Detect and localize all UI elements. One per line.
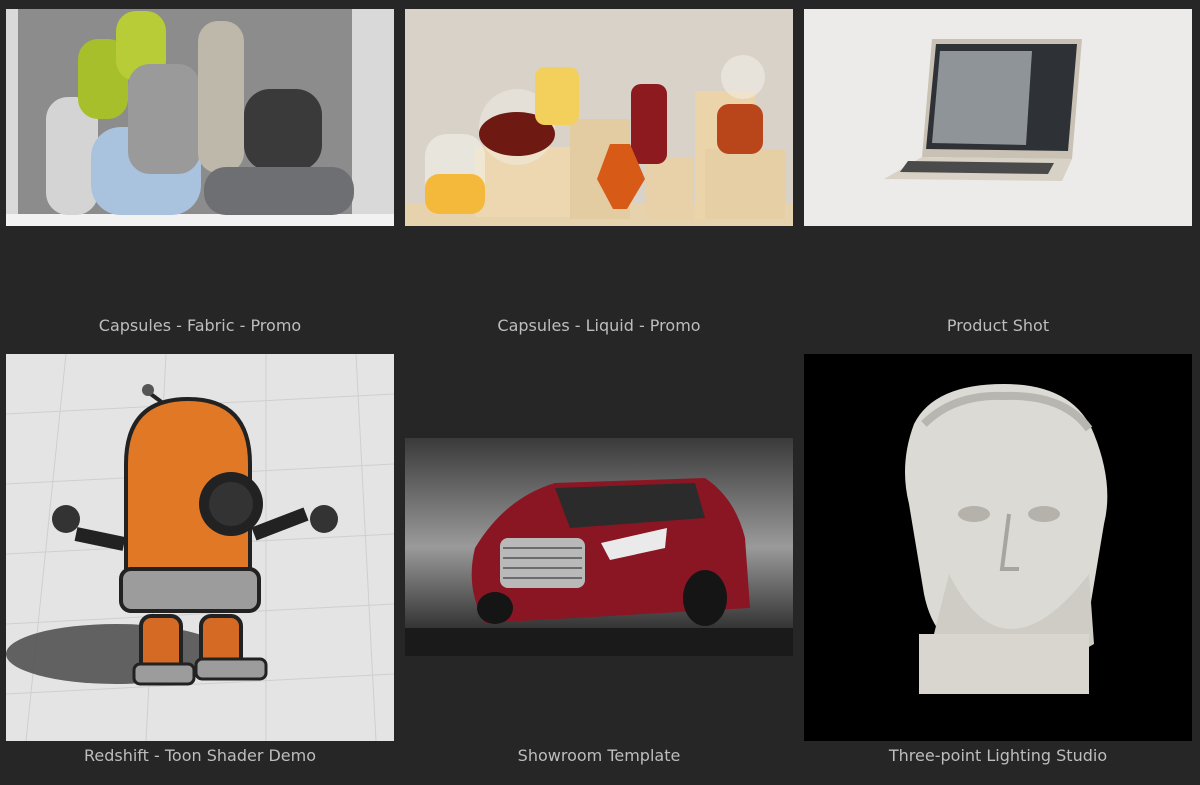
fabric-capsules-thumbnail[interactable] — [6, 9, 394, 226]
tile-title-toon-shader[interactable]: Redshift - Toon Shader Demo — [6, 746, 394, 765]
laptop-product-thumbnail[interactable] — [804, 9, 1192, 226]
liquid-glassware-thumbnail[interactable] — [405, 9, 793, 226]
tile-title-product-shot[interactable]: Product Shot — [804, 316, 1192, 335]
marble-bust-thumbnail[interactable] — [804, 354, 1192, 741]
tile-title-showroom[interactable]: Showroom Template — [405, 746, 793, 765]
toon-robot-thumbnail[interactable] — [6, 354, 394, 741]
red-car-thumbnail[interactable] — [405, 438, 793, 656]
tile-title-three-point-lighting[interactable]: Three-point Lighting Studio — [804, 746, 1192, 765]
template-gallery: Capsules - Fabric - Promo Capsules - Liq… — [0, 0, 1200, 785]
tile-title-capsules-fabric[interactable]: Capsules - Fabric - Promo — [6, 316, 394, 335]
tile-title-capsules-liquid[interactable]: Capsules - Liquid - Promo — [405, 316, 793, 335]
